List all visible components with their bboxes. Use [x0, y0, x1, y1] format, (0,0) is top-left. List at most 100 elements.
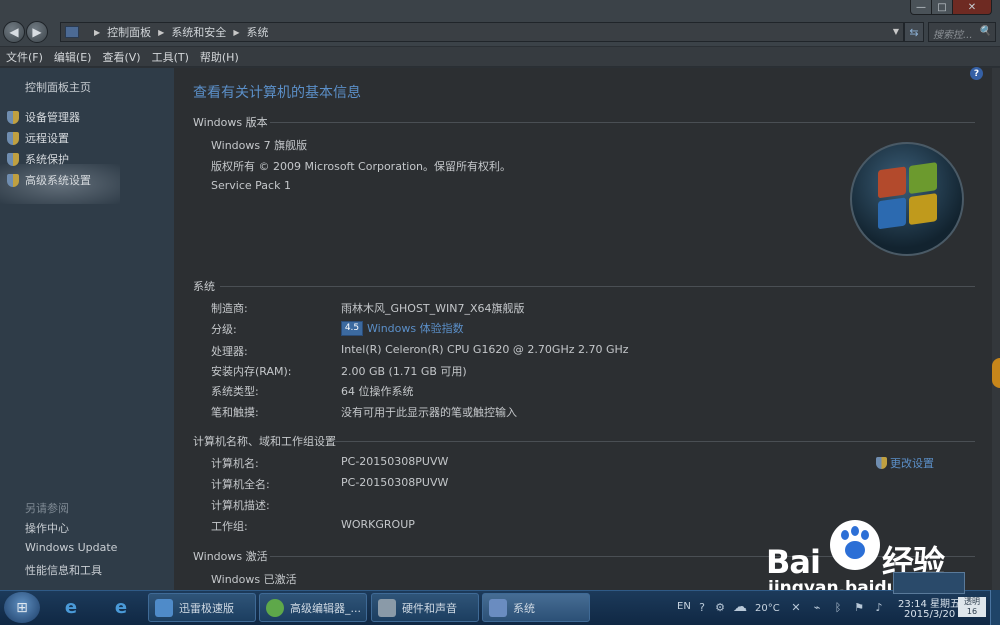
- maximize-button[interactable]: □: [931, 0, 953, 15]
- workgroup-label: 工作组:: [211, 520, 248, 533]
- sidebar-item-advanced-settings[interactable]: 高级系统设置: [7, 172, 91, 188]
- full-name-label: 计算机全名:: [211, 478, 270, 491]
- sidebar-link-performance[interactable]: 性能信息和工具: [25, 562, 102, 578]
- ram-value: 2.00 GB (1.71 GB 可用): [341, 365, 467, 378]
- processor-value: Intel(R) Celeron(R) CPU G1620 @ 2.70GHz …: [341, 343, 629, 356]
- sidebar-item-system-protection[interactable]: 系统保护: [7, 151, 69, 167]
- system-type-value: 64 位操作系统: [341, 385, 414, 398]
- change-settings-label: 更改设置: [890, 457, 934, 470]
- search-input[interactable]: 搜索控... 🔍: [928, 22, 996, 42]
- see-also-heading: 另请参阅: [25, 502, 69, 515]
- taskbar-button-label: 硬件和声音: [402, 601, 457, 615]
- pen-touch-label: 笔和触摸:: [211, 406, 259, 419]
- menu-view[interactable]: 查看(V): [102, 49, 140, 65]
- editor-icon: [266, 598, 284, 617]
- ie-icon[interactable]: e: [106, 594, 136, 621]
- experience-index[interactable]: 4.5 Windows 体验指数: [341, 320, 464, 336]
- close-button[interactable]: ✕: [952, 0, 992, 15]
- language-indicator[interactable]: EN: [677, 601, 691, 612]
- start-button[interactable]: ⊞: [4, 592, 40, 623]
- sidebar-item-label: 远程设置: [25, 132, 69, 145]
- transparency-badge[interactable]: 透明 16: [958, 597, 986, 617]
- help-icon[interactable]: ?: [970, 67, 983, 80]
- menu-edit[interactable]: 编辑(E): [54, 49, 92, 65]
- uac-shield-icon: [876, 457, 887, 469]
- taskbar-button-hardware[interactable]: 硬件和声音: [371, 593, 479, 622]
- breadcrumb-system-security[interactable]: 系统和安全: [171, 24, 226, 40]
- uac-shield-icon: [7, 131, 19, 145]
- flag-icon[interactable]: ⚑: [852, 600, 866, 614]
- volume-icon[interactable]: ♪: [872, 600, 886, 614]
- back-button[interactable]: ◀: [3, 21, 25, 43]
- help-icon[interactable]: ?: [695, 600, 709, 614]
- uac-shield-icon: [7, 152, 19, 166]
- address-bar[interactable]: ▶ 控制面板 ▶ 系统和安全 ▶ 系统 ▼: [60, 22, 904, 42]
- taskbar-button-label: 高级编辑器_...: [290, 601, 361, 615]
- antivirus-icon[interactable]: ✕: [789, 600, 803, 614]
- taskbar-button-thunder[interactable]: 迅雷极速版: [148, 593, 256, 622]
- clock-time[interactable]: 23:14 星期五: [898, 595, 960, 610]
- temperature[interactable]: 20°C: [755, 603, 780, 614]
- thunder-icon: [155, 598, 173, 617]
- section-heading-activation: Windows 激活: [193, 550, 268, 563]
- breadcrumb-arrow-icon: ▶: [233, 27, 240, 37]
- taskbar-button-editor[interactable]: 高级编辑器_...: [259, 593, 367, 622]
- menu-help[interactable]: 帮助(H): [200, 49, 239, 65]
- sidebar-item-remote-settings[interactable]: 远程设置: [7, 130, 69, 146]
- section-divider: [332, 441, 975, 442]
- computer-name-label: 计算机名:: [211, 457, 259, 470]
- ie-icon[interactable]: e: [56, 594, 86, 621]
- experience-index-link[interactable]: Windows 体验指数: [367, 320, 464, 336]
- weather-cloud-icon[interactable]: ☁: [733, 599, 747, 615]
- uac-shield-icon: [7, 173, 19, 187]
- network-icon[interactable]: ⌁: [810, 600, 824, 614]
- manufacturer-label: 制造商:: [211, 302, 248, 315]
- processor-label: 处理器:: [211, 345, 248, 358]
- breadcrumb-control-panel[interactable]: 控制面板: [107, 24, 151, 40]
- address-dropdown-icon[interactable]: ▼: [893, 27, 899, 36]
- sidebar-item-device-manager[interactable]: 设备管理器: [7, 109, 80, 125]
- description-label: 计算机描述:: [211, 499, 270, 512]
- clock-date[interactable]: 2015/3/20: [904, 609, 955, 620]
- sidebar: 控制面板主页 设备管理器 远程设置 系统保护 高级系统设置 另请参阅 操作中心 …: [0, 68, 174, 590]
- pen-touch-value: 没有可用于此显示器的笔或触控输入: [341, 406, 517, 419]
- sidebar-item-label: 高级系统设置: [25, 174, 91, 187]
- scrollbar[interactable]: [992, 68, 1000, 590]
- search-placeholder: 搜索控...: [933, 30, 973, 41]
- minimize-button[interactable]: —: [910, 0, 932, 15]
- section-heading-computer-name: 计算机名称、域和工作组设置: [193, 435, 336, 448]
- sidebar-item-label: 系统保护: [25, 153, 69, 166]
- taskbar-button-label: 迅雷极速版: [179, 601, 234, 615]
- search-icon[interactable]: 🔍: [979, 26, 991, 38]
- refresh-button[interactable]: ⇆: [904, 22, 924, 42]
- service-pack: Service Pack 1: [211, 179, 291, 192]
- breadcrumb-arrow-icon: ▶: [158, 27, 165, 37]
- copyright-text: 版权所有 © 2009 Microsoft Corporation。保留所有权利…: [211, 160, 512, 173]
- sidebar-item-label: 设备管理器: [25, 111, 80, 124]
- title-bar: [0, 0, 1000, 18]
- taskbar-button-system[interactable]: 系统: [482, 593, 590, 622]
- ram-label: 安装内存(RAM):: [211, 365, 292, 378]
- floating-side-tab[interactable]: [992, 358, 1000, 388]
- full-name-value: PC-20150308PUVW: [341, 476, 449, 489]
- tray-notification: [893, 572, 965, 594]
- menu-bar: 文件(F) 编辑(E) 查看(V) 工具(T) 帮助(H): [0, 47, 1000, 67]
- workgroup-value: WORKGROUP: [341, 518, 415, 531]
- change-settings-link[interactable]: 更改设置: [876, 455, 934, 471]
- system-type-label: 系统类型:: [211, 385, 259, 398]
- rating-label: 分级:: [211, 323, 237, 336]
- sidebar-link-action-center[interactable]: 操作中心: [25, 520, 69, 536]
- sidebar-link-windows-update[interactable]: Windows Update: [25, 541, 117, 554]
- show-desktop-button[interactable]: [990, 590, 1000, 625]
- sidebar-home-link[interactable]: 控制面板主页: [25, 79, 91, 95]
- settings-icon[interactable]: ⚙: [713, 600, 727, 614]
- bluetooth-icon[interactable]: ᛒ: [831, 600, 845, 614]
- forward-button[interactable]: ▶: [26, 21, 48, 43]
- menu-file[interactable]: 文件(F): [6, 49, 43, 65]
- manufacturer-value: 雨林木风_GHOST_WIN7_X64旗舰版: [341, 302, 525, 315]
- control-panel-icon: [65, 26, 79, 38]
- menu-tools[interactable]: 工具(T): [152, 49, 189, 65]
- windows-logo-icon: [850, 142, 964, 256]
- breadcrumb-system[interactable]: 系统: [246, 24, 268, 40]
- uac-shield-icon: [7, 110, 19, 124]
